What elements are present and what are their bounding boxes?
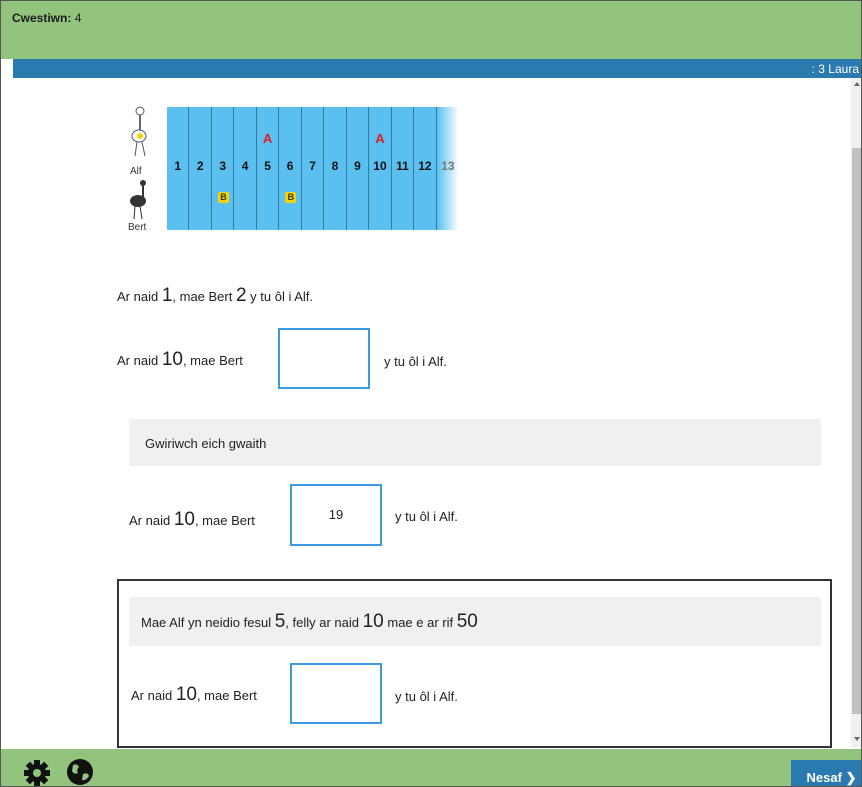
bert-label: Bert: [128, 222, 147, 233]
lane-number: 10: [373, 159, 387, 173]
question-label: Cwestiwn:: [12, 11, 72, 25]
gear-icon[interactable]: [21, 759, 55, 786]
check-work-banner: Gwiriwch eich gwaith: [129, 419, 821, 466]
check-work-label: Gwiriwch eich gwaith: [145, 436, 267, 451]
hint-answer-input[interactable]: [290, 663, 382, 724]
lane-number: 5: [264, 159, 271, 173]
lane-number: 7: [309, 159, 316, 173]
bert-marker: B: [217, 192, 229, 203]
hint-explanation: Mae Alf yn neidio fesul 5, felly ar naid…: [141, 611, 478, 633]
lane: A 10: [369, 107, 392, 230]
app-frame: Cwestiwn: 4 : 3 Laura Alf Bert 1 2 3 B 4…: [0, 0, 862, 787]
question-counter: Cwestiwn: 4: [12, 11, 81, 25]
example-sentence: Ar naid 1, mae Bert 2 y tu ôl i Alf.: [117, 285, 313, 307]
vertical-scrollbar[interactable]: [851, 78, 861, 747]
feedback-text-2: , mae Bert: [194, 513, 255, 528]
hint-question-start: Ar naid 10, mae Bert: [131, 684, 257, 706]
lane: 2: [189, 107, 212, 230]
answer-input[interactable]: [278, 328, 370, 389]
alf-ostrich-icon: [131, 106, 147, 157]
example-number-1: 1: [161, 285, 173, 306]
example-text-1: Ar naid: [117, 289, 162, 304]
question-sentence-end: y tu ôl i Alf.: [384, 354, 447, 369]
lane: 4: [234, 107, 257, 230]
example-text-3: y tu ôl i Alf.: [246, 289, 314, 304]
lane-number: 9: [354, 159, 361, 173]
question-number: 10: [161, 349, 183, 370]
alf-label: Alf: [130, 166, 142, 177]
chevron-right-icon: ❯: [845, 770, 857, 785]
lane-number: 3: [219, 159, 227, 173]
top-bar: Cwestiwn: 4: [1, 1, 861, 59]
question-number: 4: [74, 11, 82, 25]
lane: 12: [414, 107, 437, 230]
question-text-1: Ar naid: [117, 353, 162, 368]
lane: 13: [436, 107, 460, 230]
scroll-thumb[interactable]: [852, 148, 861, 714]
lane: 7: [301, 107, 325, 230]
lane-number: 11: [396, 159, 409, 173]
lane: 6B: [279, 107, 302, 230]
feedback-sentence-start: Ar naid 10, mae Bert: [129, 509, 255, 531]
example-number-2: 2: [235, 285, 247, 306]
bottom-bar: [1, 749, 861, 786]
lane: A5: [256, 107, 280, 230]
lane-number: 13: [441, 159, 455, 173]
alf-marker: A: [262, 131, 273, 146]
next-label: Nesaf: [806, 770, 842, 785]
lane-number: 6: [286, 159, 294, 173]
scroll-up-arrow-icon[interactable]: [854, 82, 860, 86]
hint-text-2: , felly ar naid: [285, 615, 363, 630]
hint-explanation-banner: Mae Alf yn neidio fesul 5, felly ar naid…: [129, 597, 821, 646]
question-text-2: , mae Bert: [182, 353, 243, 368]
hint-question-text-1: Ar naid: [131, 688, 176, 703]
alf-marker: A: [375, 131, 385, 146]
bert-ostrich-icon: [130, 180, 146, 220]
lane: 9: [346, 107, 370, 230]
globe-icon[interactable]: [64, 757, 96, 786]
hint-text-1: Mae Alf yn neidio fesul: [141, 615, 275, 630]
lane: 1: [167, 107, 190, 230]
feedback-sentence-end: y tu ôl i Alf.: [395, 509, 458, 524]
next-button[interactable]: Nesaf ❯: [791, 760, 861, 786]
hint-text-3: mae e ar rif: [383, 615, 457, 630]
lane: 8: [324, 107, 347, 230]
student-bar: : 3 Laura: [13, 59, 861, 78]
lane-number: 4: [241, 159, 249, 173]
hint-number-1: 5: [274, 611, 286, 632]
scroll-down-arrow-icon[interactable]: [854, 737, 860, 741]
lane: 11: [391, 107, 415, 230]
lane-number: 1: [174, 159, 182, 173]
lane-number: 8: [331, 159, 339, 173]
question-sentence-start: Ar naid 10, mae Bert: [117, 349, 243, 371]
hint-question-end: y tu ôl i Alf.: [395, 689, 458, 704]
lane: 3B: [211, 107, 235, 230]
student-name: : 3 Laura: [811, 62, 859, 76]
bert-marker: B: [285, 192, 297, 203]
feedback-number: 10: [173, 509, 195, 530]
hint-number-2: 10: [362, 611, 384, 632]
lane-number: 2: [196, 159, 204, 173]
lane-number: 12: [418, 159, 432, 173]
number-track: 1 2 3B 4 A5 6B 7 8 9 A 10 11 12 13: [167, 107, 460, 230]
example-text-2: , mae Bert: [172, 289, 236, 304]
hint-question-number: 10: [175, 684, 197, 705]
hint-number-3: 50: [456, 611, 478, 632]
feedback-text-1: Ar naid: [129, 513, 174, 528]
hint-question-text-2: , mae Bert: [196, 688, 257, 703]
submitted-answer-box: 19: [290, 484, 382, 546]
